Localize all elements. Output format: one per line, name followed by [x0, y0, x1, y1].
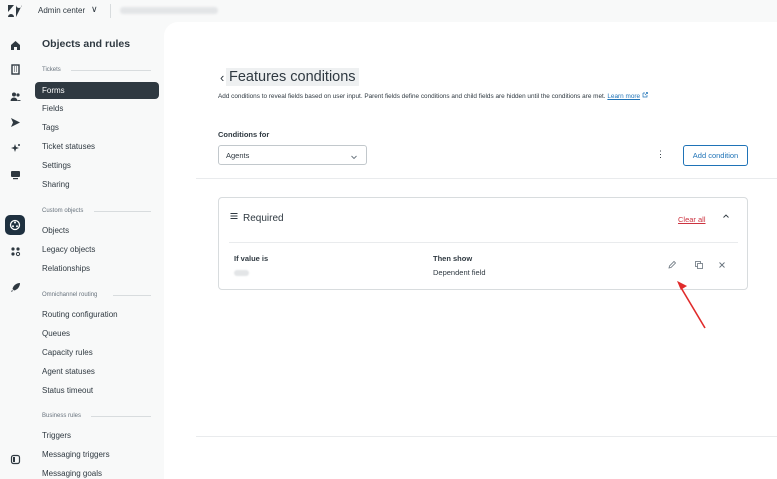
account-url-redacted	[120, 7, 218, 14]
divider	[113, 295, 151, 296]
nav-item-forms[interactable]: Forms	[35, 82, 159, 99]
nav-item-ticket-statuses[interactable]: Ticket statuses	[42, 142, 95, 151]
secondary-nav: Objects and rules Tickets Forms Fields T…	[31, 22, 164, 479]
nav-item-status-timeout[interactable]: Status timeout	[42, 386, 93, 395]
nav-item-triggers[interactable]: Triggers	[42, 431, 71, 440]
people-icon[interactable]	[9, 91, 22, 104]
building-icon[interactable]	[9, 64, 22, 77]
sparkle-icon[interactable]	[9, 143, 22, 156]
objects-icon[interactable]	[5, 215, 25, 235]
nav-item-tags[interactable]: Tags	[42, 123, 59, 132]
nav-item-agent-statuses[interactable]: Agent statuses	[42, 367, 95, 376]
nav-title: Objects and rules	[42, 38, 131, 50]
nav-item-fields[interactable]: Fields	[42, 104, 63, 113]
zendesk-logo-icon[interactable]	[8, 5, 22, 17]
annotation-arrow	[677, 280, 706, 329]
product-switcher[interactable]: Admin center	[38, 6, 85, 15]
nav-section-custom-objects: Custom objects	[42, 208, 84, 214]
nav-section-tickets: Tickets	[42, 67, 61, 73]
nav-item-messaging-goals[interactable]: Messaging goals	[42, 469, 102, 478]
nav-item-routing-configuration[interactable]: Routing configuration	[42, 310, 118, 319]
panel-icon[interactable]	[9, 454, 22, 467]
home-icon[interactable]	[9, 40, 22, 53]
nav-item-settings[interactable]: Settings	[42, 161, 71, 170]
chevron-down-icon[interactable]: ∨	[91, 4, 98, 15]
nav-item-legacy-objects[interactable]: Legacy objects	[42, 245, 95, 254]
main-panel: ‹ Features conditions Add conditions to …	[164, 22, 777, 479]
divider	[94, 211, 151, 212]
top-bar: Admin center ∨	[0, 0, 777, 22]
nav-item-capacity-rules[interactable]: Capacity rules	[42, 348, 93, 357]
monitor-icon[interactable]	[9, 169, 22, 182]
divider	[110, 4, 111, 18]
rocket-icon[interactable]	[9, 282, 22, 295]
nav-item-sharing[interactable]: Sharing	[42, 180, 70, 189]
nav-item-messaging-triggers[interactable]: Messaging triggers	[42, 450, 110, 459]
divider	[71, 70, 151, 71]
nav-item-objects[interactable]: Objects	[42, 226, 69, 235]
send-icon[interactable]	[9, 117, 22, 130]
apps-icon[interactable]	[9, 246, 22, 259]
nav-item-relationships[interactable]: Relationships	[42, 264, 90, 273]
nav-section-omnichannel-routing: Omnichannel routing	[42, 292, 98, 298]
nav-item-queues[interactable]: Queues	[42, 329, 70, 338]
divider	[91, 416, 151, 417]
icon-rail	[0, 22, 31, 479]
nav-section-business-rules: Business rules	[42, 413, 82, 419]
